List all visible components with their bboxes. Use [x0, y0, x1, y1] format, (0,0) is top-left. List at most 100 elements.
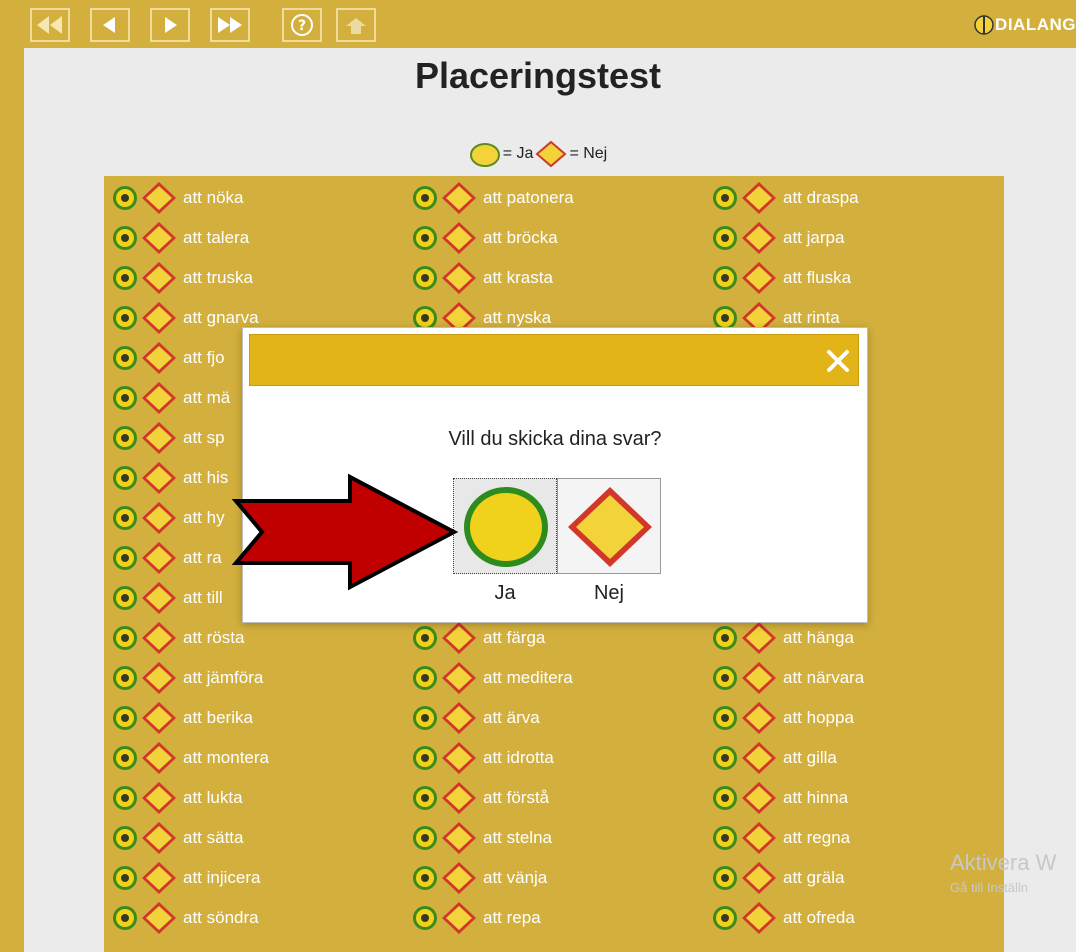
- no-radio-icon[interactable]: [140, 340, 178, 376]
- yes-radio-icon[interactable]: [110, 183, 140, 213]
- yes-radio-icon[interactable]: [410, 743, 440, 773]
- no-radio-icon[interactable]: [740, 180, 778, 216]
- yes-radio-icon[interactable]: [710, 863, 740, 893]
- yes-button[interactable]: [453, 478, 557, 574]
- no-radio-icon[interactable]: [140, 300, 178, 336]
- no-radio-icon[interactable]: [140, 220, 178, 256]
- no-radio-icon[interactable]: [140, 780, 178, 816]
- legend-no-text: = Nej: [569, 145, 608, 162]
- yes-radio-icon[interactable]: [410, 223, 440, 253]
- yes-radio-icon[interactable]: [410, 823, 440, 853]
- no-radio-icon[interactable]: [440, 780, 478, 816]
- yes-radio-icon[interactable]: [410, 703, 440, 733]
- yes-radio-icon[interactable]: [110, 863, 140, 893]
- no-radio-icon[interactable]: [140, 860, 178, 896]
- no-radio-icon[interactable]: [740, 620, 778, 656]
- yes-radio-icon[interactable]: [110, 463, 140, 493]
- yes-radio-icon[interactable]: [410, 623, 440, 653]
- no-radio-icon[interactable]: [440, 860, 478, 896]
- no-radio-icon[interactable]: [740, 740, 778, 776]
- yes-radio-icon[interactable]: [110, 663, 140, 693]
- no-radio-icon[interactable]: [740, 660, 778, 696]
- close-icon[interactable]: [824, 347, 852, 375]
- yes-radio-icon[interactable]: [710, 263, 740, 293]
- no-radio-icon[interactable]: [440, 900, 478, 936]
- no-radio-icon[interactable]: [140, 740, 178, 776]
- no-radio-icon[interactable]: [140, 700, 178, 736]
- yes-radio-icon[interactable]: [710, 743, 740, 773]
- yes-radio-icon[interactable]: [110, 263, 140, 293]
- yes-radio-icon[interactable]: [110, 623, 140, 653]
- no-radio-icon[interactable]: [140, 500, 178, 536]
- no-radio-icon[interactable]: [140, 380, 178, 416]
- yes-radio-icon[interactable]: [110, 223, 140, 253]
- logo-text: DIALANG: [995, 15, 1076, 34]
- yes-radio-icon[interactable]: [110, 383, 140, 413]
- yes-radio-icon[interactable]: [410, 903, 440, 933]
- no-radio-icon[interactable]: [440, 660, 478, 696]
- yes-radio-icon[interactable]: [710, 783, 740, 813]
- no-radio-icon[interactable]: [440, 820, 478, 856]
- no-radio-icon[interactable]: [740, 260, 778, 296]
- no-radio-icon[interactable]: [440, 260, 478, 296]
- yes-radio-icon[interactable]: [410, 663, 440, 693]
- yes-radio-icon[interactable]: [710, 623, 740, 653]
- yes-radio-icon[interactable]: [410, 183, 440, 213]
- yes-radio-icon[interactable]: [110, 703, 140, 733]
- yes-radio-icon[interactable]: [110, 743, 140, 773]
- yes-radio-icon[interactable]: [710, 183, 740, 213]
- yes-radio-icon[interactable]: [110, 783, 140, 813]
- word-label: att ärva: [483, 708, 540, 727]
- yes-radio-icon[interactable]: [410, 863, 440, 893]
- yes-radio-icon[interactable]: [110, 823, 140, 853]
- yes-radio-icon[interactable]: [710, 903, 740, 933]
- submit-button[interactable]: [336, 8, 376, 42]
- yes-radio-icon[interactable]: [110, 583, 140, 613]
- no-radio-icon[interactable]: [140, 260, 178, 296]
- yes-radio-icon[interactable]: [410, 263, 440, 293]
- no-radio-icon[interactable]: [140, 460, 178, 496]
- no-radio-icon[interactable]: [740, 220, 778, 256]
- no-radio-icon[interactable]: [140, 660, 178, 696]
- word-label: att gilla: [783, 748, 837, 767]
- first-page-button[interactable]: [30, 8, 70, 42]
- no-radio-icon[interactable]: [140, 820, 178, 856]
- yes-radio-icon[interactable]: [110, 423, 140, 453]
- no-radio-icon[interactable]: [740, 700, 778, 736]
- word-row: att meditera: [410, 658, 573, 698]
- yes-radio-icon[interactable]: [110, 303, 140, 333]
- yes-radio-icon[interactable]: [110, 543, 140, 573]
- no-radio-icon[interactable]: [440, 740, 478, 776]
- yes-radio-icon[interactable]: [410, 783, 440, 813]
- no-radio-icon[interactable]: [140, 620, 178, 656]
- no-radio-icon[interactable]: [140, 180, 178, 216]
- yes-radio-icon[interactable]: [710, 823, 740, 853]
- no-radio-icon[interactable]: [740, 900, 778, 936]
- yes-radio-icon[interactable]: [710, 703, 740, 733]
- yes-radio-icon[interactable]: [710, 223, 740, 253]
- no-radio-icon[interactable]: [140, 580, 178, 616]
- no-radio-icon[interactable]: [440, 700, 478, 736]
- no-radio-icon[interactable]: [140, 540, 178, 576]
- next-page-button[interactable]: [150, 8, 190, 42]
- no-radio-icon[interactable]: [140, 900, 178, 936]
- no-radio-icon[interactable]: [740, 860, 778, 896]
- yes-radio-icon[interactable]: [110, 343, 140, 373]
- dialog-header: [249, 334, 859, 386]
- help-button[interactable]: ?: [282, 8, 322, 42]
- no-radio-icon[interactable]: [740, 780, 778, 816]
- word-label: att meditera: [483, 668, 573, 687]
- no-label: Nej: [593, 582, 624, 604]
- no-radio-icon[interactable]: [440, 220, 478, 256]
- yes-radio-icon[interactable]: [710, 663, 740, 693]
- no-radio-icon[interactable]: [440, 180, 478, 216]
- no-radio-icon[interactable]: [440, 620, 478, 656]
- yes-radio-icon[interactable]: [110, 503, 140, 533]
- no-radio-icon[interactable]: [740, 820, 778, 856]
- last-page-button[interactable]: [210, 8, 250, 42]
- yes-radio-icon[interactable]: [110, 903, 140, 933]
- no-radio-icon[interactable]: [140, 420, 178, 456]
- previous-page-button[interactable]: [90, 8, 130, 42]
- no-button[interactable]: [557, 478, 661, 574]
- activation-watermark-subtitle: Gå till Inställn: [950, 880, 1029, 895]
